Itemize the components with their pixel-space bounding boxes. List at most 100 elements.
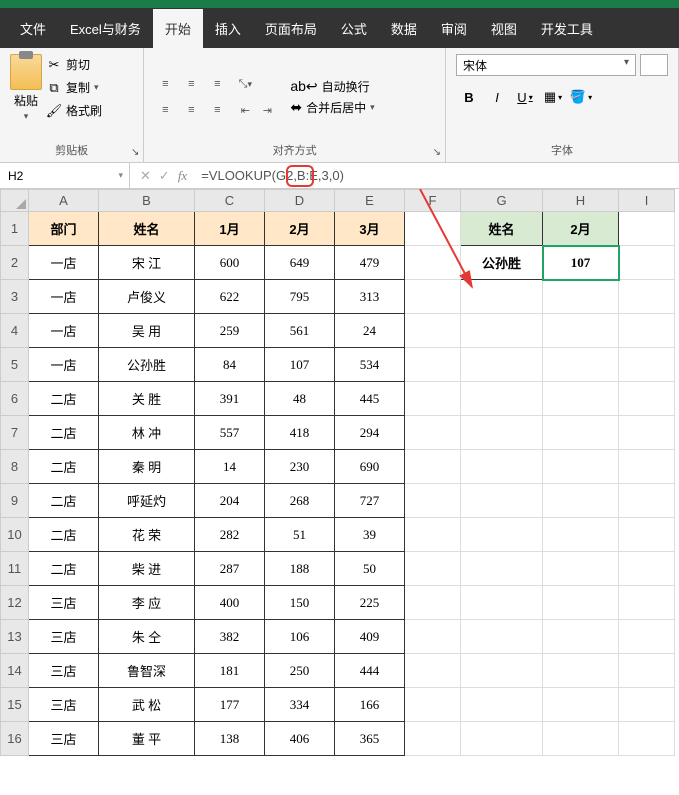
cell[interactable]: 二店 bbox=[29, 552, 99, 586]
row-header[interactable]: 5 bbox=[1, 348, 29, 382]
font-name-dropdown[interactable]: 宋体 bbox=[456, 54, 636, 76]
cell[interactable] bbox=[461, 620, 543, 654]
menu-dev[interactable]: 开发工具 bbox=[529, 9, 605, 48]
cell[interactable]: 106 bbox=[265, 620, 335, 654]
cell[interactable]: 649 bbox=[265, 246, 335, 280]
cell[interactable]: 400 bbox=[195, 586, 265, 620]
fill-color-button[interactable]: 🪣▾ bbox=[568, 86, 594, 108]
align-bottom-icon[interactable]: ≡ bbox=[206, 73, 228, 95]
row-header[interactable]: 2 bbox=[1, 246, 29, 280]
cell[interactable]: 287 bbox=[195, 552, 265, 586]
cell[interactable] bbox=[461, 586, 543, 620]
formula-input[interactable]: =VLOOKUP(G2,B:E,3,0) bbox=[197, 168, 679, 184]
cell[interactable] bbox=[405, 722, 461, 756]
cell[interactable]: 51 bbox=[265, 518, 335, 552]
menu-layout[interactable]: 页面布局 bbox=[253, 9, 329, 48]
cell[interactable]: 188 bbox=[265, 552, 335, 586]
cell[interactable] bbox=[543, 416, 619, 450]
cell[interactable]: 600 bbox=[195, 246, 265, 280]
cell[interactable]: 84 bbox=[195, 348, 265, 382]
menu-review[interactable]: 审阅 bbox=[429, 9, 479, 48]
cell[interactable] bbox=[461, 450, 543, 484]
cell[interactable]: 622 bbox=[195, 280, 265, 314]
font-size-dropdown[interactable] bbox=[640, 54, 668, 76]
cell[interactable]: 二店 bbox=[29, 450, 99, 484]
cell[interactable] bbox=[461, 382, 543, 416]
cell[interactable] bbox=[405, 246, 461, 280]
cell[interactable] bbox=[543, 722, 619, 756]
copy-button[interactable]: ⧉ 复制▾ bbox=[46, 77, 102, 98]
cell[interactable]: 250 bbox=[265, 654, 335, 688]
cell[interactable] bbox=[619, 484, 675, 518]
cell[interactable]: 334 bbox=[265, 688, 335, 722]
cell[interactable] bbox=[405, 688, 461, 722]
cell-selected[interactable]: 107 bbox=[543, 246, 619, 280]
cell[interactable] bbox=[543, 654, 619, 688]
cell[interactable]: 225 bbox=[335, 586, 405, 620]
cell[interactable] bbox=[405, 450, 461, 484]
row-header[interactable]: 1 bbox=[1, 212, 29, 246]
cell[interactable] bbox=[619, 416, 675, 450]
cell[interactable] bbox=[619, 586, 675, 620]
cell[interactable] bbox=[619, 688, 675, 722]
cell[interactable] bbox=[619, 382, 675, 416]
align-right-icon[interactable]: ≡ bbox=[206, 99, 228, 121]
cell[interactable]: 382 bbox=[195, 620, 265, 654]
align-center-icon[interactable]: ≡ bbox=[180, 99, 202, 121]
cell[interactable]: 1月 bbox=[195, 212, 265, 246]
cell[interactable]: 二店 bbox=[29, 416, 99, 450]
cell[interactable]: 50 bbox=[335, 552, 405, 586]
cell[interactable] bbox=[405, 382, 461, 416]
cell[interactable] bbox=[619, 450, 675, 484]
cell[interactable] bbox=[405, 484, 461, 518]
menu-formulas[interactable]: 公式 bbox=[329, 9, 379, 48]
cell[interactable]: 294 bbox=[335, 416, 405, 450]
cell[interactable]: 561 bbox=[265, 314, 335, 348]
cell[interactable] bbox=[461, 348, 543, 382]
cell[interactable] bbox=[543, 382, 619, 416]
align-top-icon[interactable]: ≡ bbox=[154, 73, 176, 95]
cut-button[interactable]: ✂ 剪切 bbox=[46, 54, 102, 75]
col-header[interactable]: I bbox=[619, 190, 675, 212]
cell[interactable]: 二店 bbox=[29, 518, 99, 552]
col-header[interactable]: A bbox=[29, 190, 99, 212]
cell[interactable]: 107 bbox=[265, 348, 335, 382]
menu-excel[interactable]: Excel与财务 bbox=[58, 9, 153, 48]
cell[interactable]: 三店 bbox=[29, 688, 99, 722]
name-box[interactable]: H2 bbox=[0, 163, 130, 188]
cell[interactable]: 秦 明 bbox=[99, 450, 195, 484]
cell[interactable]: 479 bbox=[335, 246, 405, 280]
cell[interactable]: 一店 bbox=[29, 246, 99, 280]
cell[interactable]: 三店 bbox=[29, 620, 99, 654]
row-header[interactable]: 4 bbox=[1, 314, 29, 348]
wrap-text-button[interactable]: ab↩ 自动换行 bbox=[290, 78, 374, 95]
cell[interactable] bbox=[619, 620, 675, 654]
cell[interactable]: 557 bbox=[195, 416, 265, 450]
menu-file[interactable]: 文件 bbox=[8, 9, 58, 48]
cell[interactable]: 卢俊义 bbox=[99, 280, 195, 314]
cell[interactable]: 鲁智深 bbox=[99, 654, 195, 688]
row-header[interactable]: 15 bbox=[1, 688, 29, 722]
cell[interactable] bbox=[543, 552, 619, 586]
align-middle-icon[interactable]: ≡ bbox=[180, 73, 202, 95]
cell[interactable] bbox=[461, 416, 543, 450]
cell[interactable]: 董 平 bbox=[99, 722, 195, 756]
cell[interactable]: 795 bbox=[265, 280, 335, 314]
cell[interactable] bbox=[619, 518, 675, 552]
cell[interactable] bbox=[405, 654, 461, 688]
cell[interactable] bbox=[405, 552, 461, 586]
col-header[interactable]: F bbox=[405, 190, 461, 212]
fx-icon[interactable]: fx bbox=[178, 168, 187, 184]
row-header[interactable]: 6 bbox=[1, 382, 29, 416]
cell[interactable]: 534 bbox=[335, 348, 405, 382]
row-header[interactable]: 3 bbox=[1, 280, 29, 314]
cell[interactable]: 吴 用 bbox=[99, 314, 195, 348]
cell[interactable] bbox=[619, 552, 675, 586]
confirm-formula-icon[interactable]: ✓ bbox=[159, 168, 170, 184]
cell[interactable]: 公孙胜 bbox=[99, 348, 195, 382]
cell[interactable]: 409 bbox=[335, 620, 405, 654]
cancel-formula-icon[interactable]: ✕ bbox=[140, 168, 151, 184]
cell[interactable] bbox=[543, 518, 619, 552]
cell[interactable]: 313 bbox=[335, 280, 405, 314]
cell[interactable] bbox=[461, 688, 543, 722]
